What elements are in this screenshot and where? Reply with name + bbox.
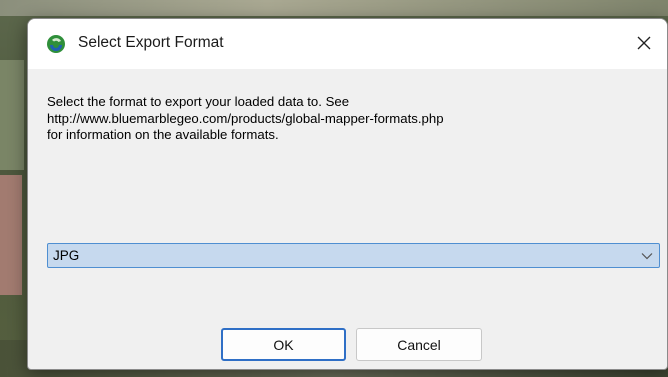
- ok-button[interactable]: OK: [221, 328, 346, 361]
- export-format-selected-value: JPG: [53, 248, 80, 263]
- map-imagery-tile: [0, 175, 22, 295]
- message-line: Select the format to export your loaded …: [47, 94, 350, 109]
- dialog-message: Select the format to export your loaded …: [47, 94, 647, 144]
- dialog-title-bar[interactable]: Select Export Format: [28, 19, 667, 69]
- select-export-format-dialog: Select Export Format Select the format t…: [27, 18, 668, 370]
- close-icon: [637, 36, 651, 50]
- close-button[interactable]: [627, 27, 661, 59]
- message-line: for information on the available formats…: [47, 127, 279, 142]
- global-mapper-app-icon: [46, 34, 66, 54]
- dialog-title: Select Export Format: [78, 34, 224, 51]
- message-line-url: http://www.bluemarblegeo.com/products/gl…: [47, 110, 444, 126]
- map-imagery-tile: [0, 60, 24, 170]
- map-road: [0, 0, 668, 16]
- export-format-select[interactable]: JPG: [47, 243, 660, 268]
- chevron-down-icon: [641, 253, 653, 260]
- cancel-button[interactable]: Cancel: [356, 328, 482, 361]
